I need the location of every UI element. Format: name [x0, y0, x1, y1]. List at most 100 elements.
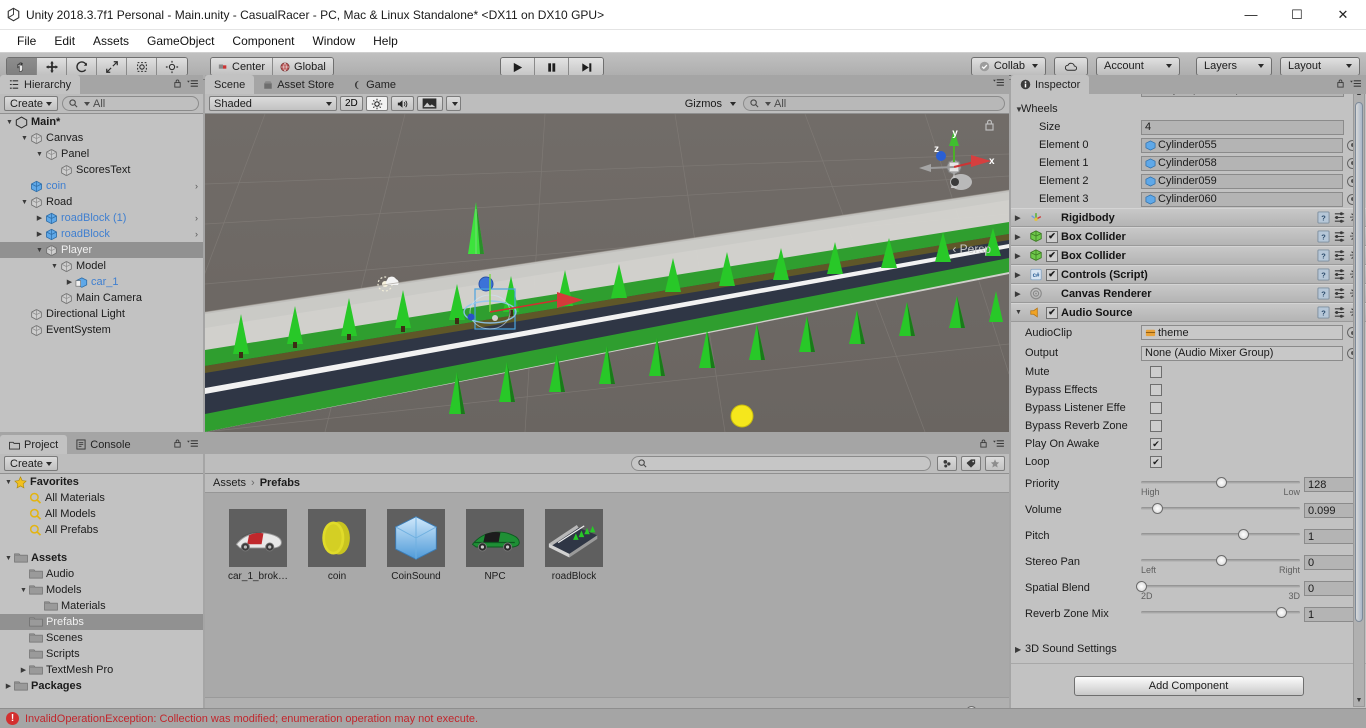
- hierarchy-expand-arrow-icon[interactable]: ▼: [49, 263, 60, 270]
- layers-button[interactable]: Layers: [1196, 56, 1273, 76]
- component-header-canvas-renderer[interactable]: ▶ Canvas Renderer?: [1011, 284, 1366, 303]
- 3d-sound-settings-foldout[interactable]: ▶ 3D Sound Settings: [1011, 637, 1366, 661]
- scene-lock-icon[interactable]: [984, 118, 995, 134]
- help-icon[interactable]: ?: [1317, 230, 1330, 243]
- audio-slider-control[interactable]: [1141, 607, 1300, 618]
- component-header-box-collider[interactable]: ▶ Box Collider?: [1011, 246, 1366, 265]
- hierarchy-item-main-camera[interactable]: Main Camera: [0, 290, 203, 306]
- preset-icon[interactable]: [1333, 287, 1346, 300]
- breadcrumb-current[interactable]: Prefabs: [260, 477, 300, 489]
- project-search-input[interactable]: [631, 456, 931, 471]
- hierarchy-item-eventsystem[interactable]: EventSystem: [0, 322, 203, 338]
- project-tree-item-scripts[interactable]: Scripts: [0, 646, 203, 662]
- play-button[interactable]: [501, 57, 536, 75]
- gizmos-dropdown[interactable]: Gizmos: [681, 96, 740, 111]
- project-tree-item-all-prefabs[interactable]: All Prefabs: [0, 522, 203, 538]
- cloud-button[interactable]: [1054, 56, 1089, 76]
- audio-slider-knob[interactable]: [1237, 529, 1249, 540]
- component-enable-checkbox[interactable]: [1046, 306, 1058, 319]
- project-tab-menu[interactable]: [173, 438, 199, 449]
- tab-hierarchy[interactable]: Hierarchy: [0, 75, 81, 94]
- project-tree-item-assets[interactable]: ▼ Assets: [0, 550, 203, 566]
- component-enable-checkbox[interactable]: [1046, 230, 1058, 243]
- project-tree-item-packages[interactable]: ▶ Packages: [0, 678, 203, 694]
- component-expand-arrow-icon[interactable]: ▶: [1015, 233, 1026, 241]
- scene-lighting-toggle[interactable]: [365, 96, 388, 111]
- asset-grid-area[interactable]: car_1_brok… coin CoinSound NPC roadBlock: [205, 493, 1009, 697]
- audio-toggle-checkbox[interactable]: [1150, 366, 1162, 378]
- output-field[interactable]: None (Audio Mixer Group): [1141, 345, 1343, 361]
- pause-button[interactable]: [535, 57, 570, 75]
- status-bar[interactable]: ! InvalidOperationException: Collection …: [0, 708, 1366, 728]
- menu-item-edit[interactable]: Edit: [45, 30, 84, 53]
- minimize-button[interactable]: —: [1228, 0, 1274, 30]
- hierarchy-item-road[interactable]: ▼ Road: [0, 194, 203, 210]
- hierarchy-item-panel[interactable]: ▼ Panel: [0, 146, 203, 162]
- hierarchy-item-player[interactable]: ▼ Player: [0, 242, 203, 258]
- layout-button[interactable]: Layout: [1280, 56, 1361, 76]
- tab-inspector[interactable]: Inspector: [1011, 75, 1090, 94]
- audio-slider-knob[interactable]: [1215, 555, 1227, 566]
- component-enable-checkbox[interactable]: [1046, 249, 1058, 262]
- perspective-label[interactable]: ‹ Persp: [952, 242, 991, 256]
- maximize-button[interactable]: ☐: [1274, 0, 1320, 30]
- component-expand-arrow-icon[interactable]: ▼: [1015, 309, 1026, 316]
- hierarchy-item-directional-light[interactable]: Directional Light: [0, 306, 203, 322]
- type-filter-icon[interactable]: [937, 456, 957, 471]
- hierarchy-expand-arrow-icon[interactable]: ▼: [19, 199, 30, 206]
- collab-button[interactable]: Collab: [970, 56, 1047, 76]
- transform-tool-icon[interactable]: [157, 57, 187, 75]
- audio-toggle-checkbox[interactable]: [1150, 402, 1162, 414]
- tab-console[interactable]: Console: [67, 435, 139, 454]
- hierarchy-search-input[interactable]: All: [62, 96, 199, 111]
- project-browser-menu[interactable]: [979, 438, 1005, 449]
- wheels-foldout[interactable]: ▼ Wheels: [1011, 100, 1366, 118]
- scene-fx-dropdown[interactable]: [445, 96, 461, 111]
- hierarchy-item-roadblock[interactable]: ▶ roadBlock ›: [0, 226, 203, 242]
- project-tree-item-prefabs[interactable]: Prefabs: [0, 614, 203, 630]
- project-tree-expand-arrow-icon[interactable]: ▶: [18, 666, 29, 674]
- menu-item-help[interactable]: Help: [364, 30, 407, 53]
- component-header-box-collider[interactable]: ▶ Box Collider?: [1011, 227, 1366, 246]
- audioclip-field[interactable]: theme: [1141, 325, 1343, 340]
- project-tree-expand-arrow-icon[interactable]: ▼: [18, 587, 29, 594]
- preset-icon[interactable]: [1333, 211, 1346, 224]
- step-button[interactable]: [569, 57, 604, 75]
- menu-item-window[interactable]: Window: [303, 30, 364, 53]
- help-icon[interactable]: ?: [1317, 306, 1330, 319]
- label-filter-icon[interactable]: [961, 456, 981, 471]
- audio-slider-control[interactable]: High Low: [1141, 477, 1300, 497]
- asset-item[interactable]: car_1_brok…: [228, 509, 288, 582]
- menu-item-file[interactable]: File: [8, 30, 45, 53]
- account-button[interactable]: Account: [1096, 56, 1181, 76]
- audio-slider-knob[interactable]: [1151, 503, 1163, 514]
- audio-slider-control[interactable]: Left Right: [1141, 555, 1300, 575]
- draw-mode-dropdown[interactable]: Shaded: [209, 96, 337, 111]
- audio-slider-control[interactable]: [1141, 529, 1300, 540]
- inspector-tab-menu[interactable]: [1336, 78, 1362, 89]
- tab-game[interactable]: Game: [343, 75, 405, 94]
- close-button[interactable]: ✕: [1320, 0, 1366, 30]
- asset-item[interactable]: NPC: [466, 509, 524, 582]
- asset-item[interactable]: CoinSound: [387, 509, 445, 582]
- tab-scene[interactable]: Scene: [205, 75, 255, 94]
- project-tree-item-materials[interactable]: Materials: [0, 598, 203, 614]
- rect-tool-icon[interactable]: [127, 57, 157, 75]
- hierarchy-item-main[interactable]: ▼ Main*: [0, 114, 203, 130]
- scene-tab-menu[interactable]: [992, 78, 1005, 87]
- hierarchy-expand-arrow-icon[interactable]: ▼: [34, 151, 45, 158]
- hierarchy-prefab-open-icon[interactable]: ›: [195, 181, 198, 191]
- audio-slider-control[interactable]: [1141, 503, 1300, 514]
- component-expand-arrow-icon[interactable]: ▶: [1015, 290, 1026, 298]
- project-create-button[interactable]: Create: [4, 456, 59, 471]
- project-tree-expand-arrow-icon[interactable]: ▼: [3, 479, 14, 486]
- component-expand-arrow-icon[interactable]: ▶: [1015, 271, 1026, 279]
- hierarchy-item-car-1[interactable]: ▶ car_1: [0, 274, 203, 290]
- wheels-size-input[interactable]: 4: [1141, 119, 1344, 135]
- hierarchy-expand-arrow-icon[interactable]: ▶: [34, 214, 45, 222]
- tab-asset-store[interactable]: Asset Store: [254, 75, 343, 94]
- audio-slider-control[interactable]: 2D 3D: [1136, 581, 1300, 601]
- project-tree-expand-arrow-icon[interactable]: ▼: [3, 555, 14, 562]
- audio-toggle-checkbox[interactable]: [1150, 456, 1162, 468]
- menu-item-assets[interactable]: Assets: [84, 30, 138, 53]
